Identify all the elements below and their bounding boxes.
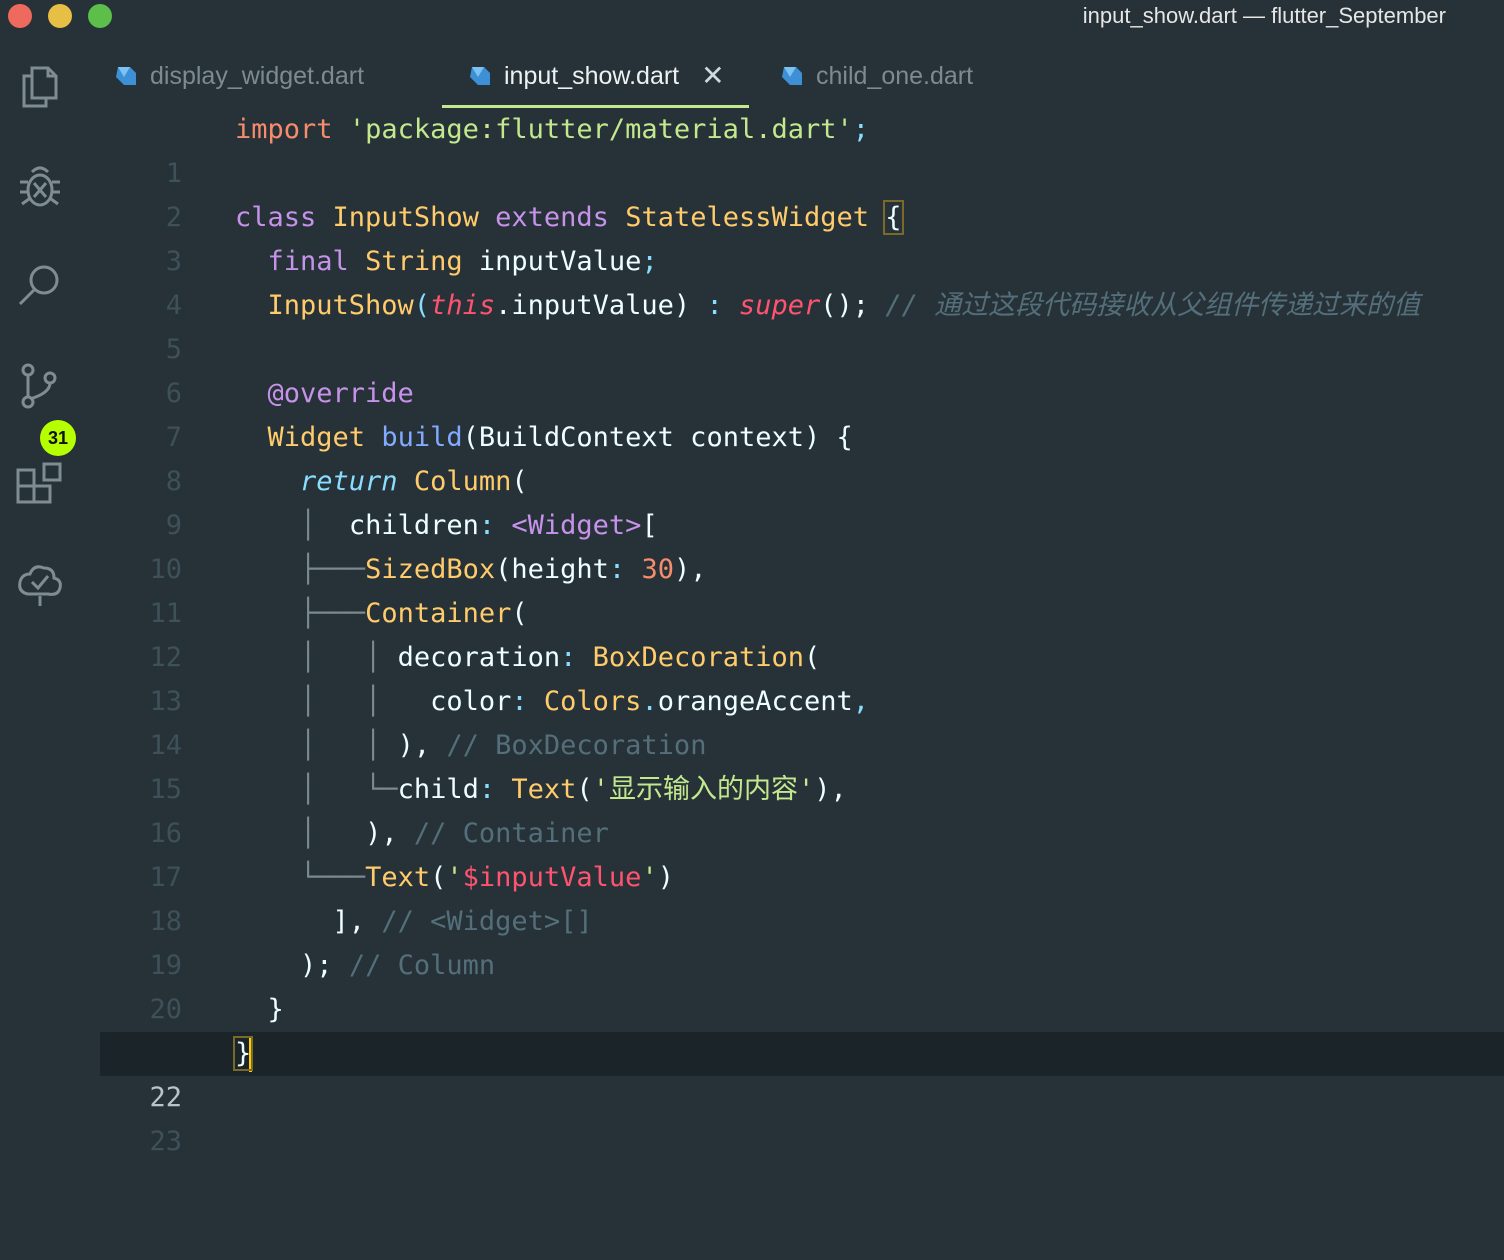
code-line: 9 return Column( — [100, 460, 1504, 541]
close-tab-icon[interactable]: ✕ — [701, 62, 724, 90]
code-line: 16 │ └─child: Text('显示输入的内容'), — [100, 768, 1504, 849]
editor-window: input_show.dart — flutter_September 31 d… — [0, 0, 1504, 1260]
code-line: 23 — [100, 1076, 1504, 1157]
code-line: 17 │ ), // Container — [100, 812, 1504, 893]
text-cursor — [249, 1037, 253, 1072]
dart-file-icon — [470, 67, 490, 85]
code-line: 10 │ children: <Widget>[ — [100, 504, 1504, 585]
dart-file-icon — [116, 67, 136, 85]
code-line: 21 } — [100, 988, 1504, 1069]
tab-label: display_widget.dart — [150, 61, 365, 90]
dart-file-icon — [782, 67, 802, 85]
code-line: 13 │ │ decoration: BoxDecoration( — [100, 636, 1504, 717]
extensions-icon[interactable] — [14, 460, 66, 512]
maximize-window-button[interactable] — [88, 4, 112, 28]
code-line: 6 — [100, 328, 1504, 409]
minimize-window-button[interactable] — [48, 4, 72, 28]
code-line: 14 │ │ color: Colors.orangeAccent, — [100, 680, 1504, 761]
tab-input-show[interactable]: input_show.dart ✕ — [442, 46, 749, 108]
activity-bar: 31 — [0, 34, 80, 1260]
line-number: 23 — [149, 1126, 182, 1157]
code-line: 8 Widget build(BuildContext context) { — [100, 416, 1504, 497]
code-line: 15 │ │ ), // BoxDecoration — [100, 724, 1504, 805]
close-window-button[interactable] — [8, 4, 32, 28]
code-line: 18 └───Text('$inputValue') — [100, 856, 1504, 937]
current-code-line: 22 } — [100, 1032, 1504, 1113]
code-line: 1 import 'package:flutter/material.dart'… — [100, 108, 1504, 189]
code-line: 7 @override — [100, 372, 1504, 453]
tree-icon[interactable] — [14, 560, 66, 612]
code-line: 11 ├───SizedBox(height: 30), — [100, 548, 1504, 629]
debug-icon[interactable] — [14, 160, 66, 212]
tab-label: child_one.dart — [816, 61, 974, 90]
search-icon[interactable] — [14, 260, 66, 312]
title-bar: input_show.dart — flutter_September — [0, 0, 1504, 34]
code-line: 12 ├───Container( — [100, 592, 1504, 673]
code-line: 20 ); // Column — [100, 944, 1504, 1025]
code-line: 4 final String inputValue; — [100, 240, 1504, 321]
tab-bar: display_widget.dart input_show.dart ✕ ch… — [100, 46, 1504, 108]
window-title: input_show.dart — flutter_September — [1082, 3, 1446, 28]
code-line: 5 InputShow(this.inputValue) : super(); … — [100, 284, 1504, 365]
tab-display-widget[interactable]: display_widget.dart — [112, 46, 364, 106]
code-line: 19 ], // <Widget>[] — [100, 900, 1504, 981]
source-control-badge: 31 — [40, 420, 76, 456]
tab-label: input_show.dart — [504, 61, 680, 90]
code-line: 2 — [100, 152, 1504, 233]
tab-child-one[interactable]: child_one.dart — [778, 46, 973, 106]
code-editor[interactable]: 1 import 'package:flutter/material.dart'… — [100, 108, 1504, 1260]
code-line: 3 class InputShow extends StatelessWidge… — [100, 196, 1504, 277]
files-icon[interactable] — [14, 60, 66, 112]
source-control-icon[interactable] — [14, 360, 66, 412]
